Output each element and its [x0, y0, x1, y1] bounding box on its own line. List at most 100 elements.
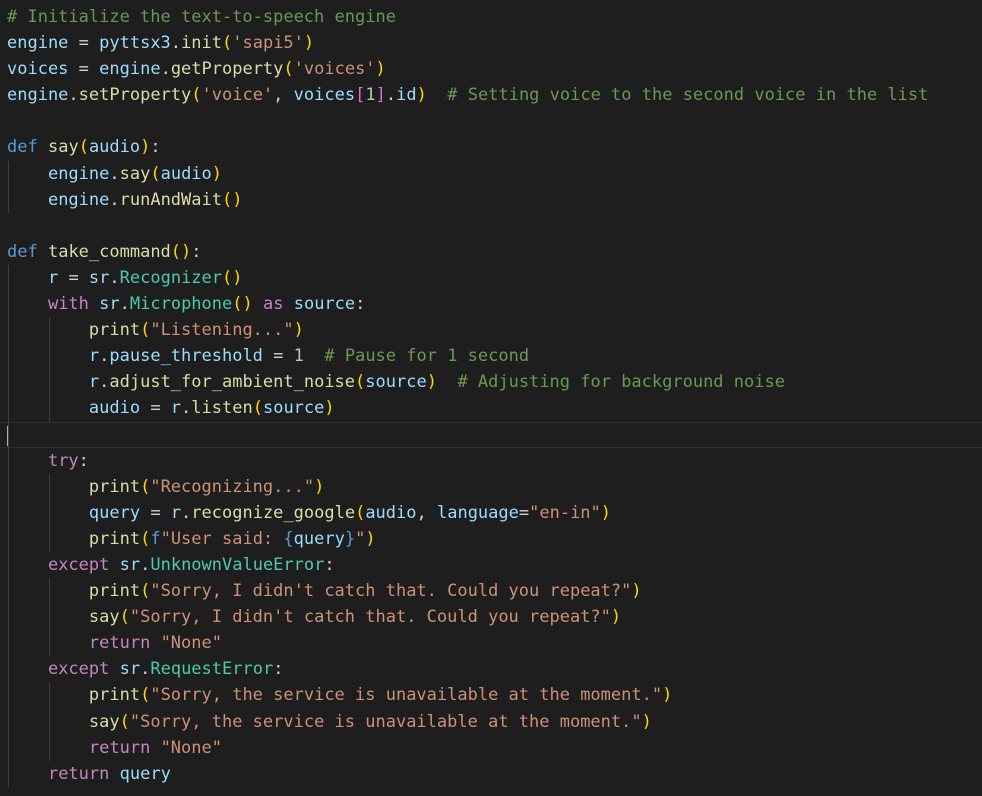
- code-line-2[interactable]: engine = pyttsx3.init('sapi5'): [0, 30, 982, 56]
- code-line-23[interactable]: print("Sorry, I didn't catch that. Could…: [0, 578, 982, 604]
- code-token: def: [7, 241, 38, 262]
- code-token: # Setting voice to the second voice in t…: [447, 85, 929, 106]
- code-token: =: [68, 33, 100, 54]
- code-token: (: [140, 476, 151, 497]
- code-line-11[interactable]: r = sr.Recognizer(): [0, 265, 982, 291]
- code-token: runAndWait: [119, 189, 222, 210]
- code-line-22[interactable]: except sr.UnknownValueError:: [0, 552, 982, 578]
- code-token: say: [88, 607, 120, 628]
- code-token: voices: [293, 85, 356, 106]
- code-line-1[interactable]: # Initialize the text-to-speech engine: [0, 4, 982, 30]
- code-line-8[interactable]: engine.runAndWait(): [0, 187, 982, 213]
- code-line-26[interactable]: except sr.RequestError:: [0, 656, 982, 682]
- code-token: r: [88, 346, 100, 367]
- code-line-10[interactable]: def take_command():: [0, 239, 982, 265]
- code-token: say: [47, 137, 79, 158]
- code-token: return: [88, 737, 151, 758]
- code-line-30[interactable]: return query: [0, 761, 982, 787]
- code-token: ): [631, 581, 642, 602]
- code-token: source: [262, 398, 325, 419]
- code-token: :: [150, 137, 161, 158]
- code-line-20[interactable]: query = r.recognize_google(audio, langua…: [0, 500, 982, 526]
- code-token: "Sorry, the service is unavailable at th…: [150, 685, 663, 706]
- indent-guide: [8, 160, 9, 213]
- code-line-9[interactable]: [0, 213, 982, 239]
- code-token: =: [518, 502, 530, 523]
- code-line-16[interactable]: audio = r.listen(source): [0, 395, 982, 421]
- code-line-24[interactable]: say("Sorry, I didn't catch that. Could y…: [0, 604, 982, 630]
- code-line-6[interactable]: def say(audio):: [0, 134, 982, 160]
- code-line-17[interactable]: [0, 421, 982, 448]
- code-token: say: [88, 711, 120, 732]
- code-token: "Sorry, I didn't catch that. Could you r…: [150, 581, 632, 602]
- code-token: # Pause for 1 second: [324, 346, 530, 367]
- code-token: =: [140, 502, 171, 523]
- indent-guide: [48, 473, 50, 553]
- code-line-5[interactable]: [0, 108, 982, 134]
- code-token: ): [314, 476, 325, 497]
- code-token: sr: [119, 659, 141, 680]
- code-token: (: [252, 398, 263, 419]
- code-token: ): [293, 320, 304, 341]
- code-line-19[interactable]: print("Recognizing..."): [0, 474, 982, 500]
- code-token: recognize_google: [191, 502, 356, 523]
- code-token: :: [78, 450, 89, 471]
- indent-guide: [48, 682, 50, 761]
- code-line-27[interactable]: print("Sorry, the service is unavailable…: [0, 682, 982, 708]
- code-token: return: [88, 633, 151, 654]
- code-token: 'voice': [201, 85, 274, 106]
- code-token: .: [109, 267, 120, 288]
- code-token: }: [344, 528, 356, 549]
- code-line-14[interactable]: r.pause_threshold = 1 # Pause for 1 seco…: [0, 343, 982, 369]
- code-token: getProperty: [170, 59, 284, 80]
- code-token: .: [119, 294, 130, 315]
- code-line-7[interactable]: engine.say(audio): [0, 161, 982, 187]
- code-token: .: [99, 346, 110, 367]
- code-line-4[interactable]: engine.setProperty('voice', voices[1].id…: [0, 82, 982, 108]
- code-token: =: [68, 59, 100, 80]
- code-line-15[interactable]: r.adjust_for_ambient_noise(source) # Adj…: [0, 369, 982, 395]
- code-token: "User said:: [160, 528, 284, 549]
- code-token: engine: [47, 163, 110, 184]
- code-token: voices: [7, 59, 69, 80]
- code-token: (: [119, 711, 130, 732]
- code-line-21[interactable]: print(f"User said: {query}"): [0, 526, 982, 552]
- code-token: =: [140, 398, 171, 419]
- code-line-13[interactable]: print("Listening..."): [0, 317, 982, 343]
- code-line-3[interactable]: voices = engine.getProperty('voices'): [0, 56, 982, 82]
- code-token: engine: [47, 189, 110, 210]
- code-token: audio: [88, 137, 141, 158]
- code-token: sr: [99, 294, 120, 315]
- code-token: Recognizer: [119, 267, 223, 288]
- code-line-29[interactable]: return "None": [0, 735, 982, 761]
- code-line-12[interactable]: with sr.Microphone() as source:: [0, 291, 982, 317]
- code-line-25[interactable]: return "None": [0, 630, 982, 656]
- code-token: audio: [160, 163, 212, 184]
- code-line-28[interactable]: say("Sorry, the service is unavailable a…: [0, 709, 982, 735]
- code-token: init: [181, 33, 222, 54]
- code-token: ": [355, 528, 366, 549]
- code-token: print: [88, 581, 141, 602]
- code-token: adjust_for_ambient_noise: [109, 372, 356, 393]
- code-token: query: [293, 528, 345, 549]
- code-line-18[interactable]: try:: [0, 448, 982, 474]
- code-token: query: [88, 502, 141, 523]
- code-token: RequestError: [150, 659, 274, 680]
- code-token: take_command: [47, 241, 171, 262]
- code-token: say: [119, 163, 151, 184]
- code-token: return: [47, 763, 110, 784]
- code-token: .: [109, 189, 120, 210]
- code-editor[interactable]: # Initialize the text-to-speech engine en…: [0, 4, 982, 796]
